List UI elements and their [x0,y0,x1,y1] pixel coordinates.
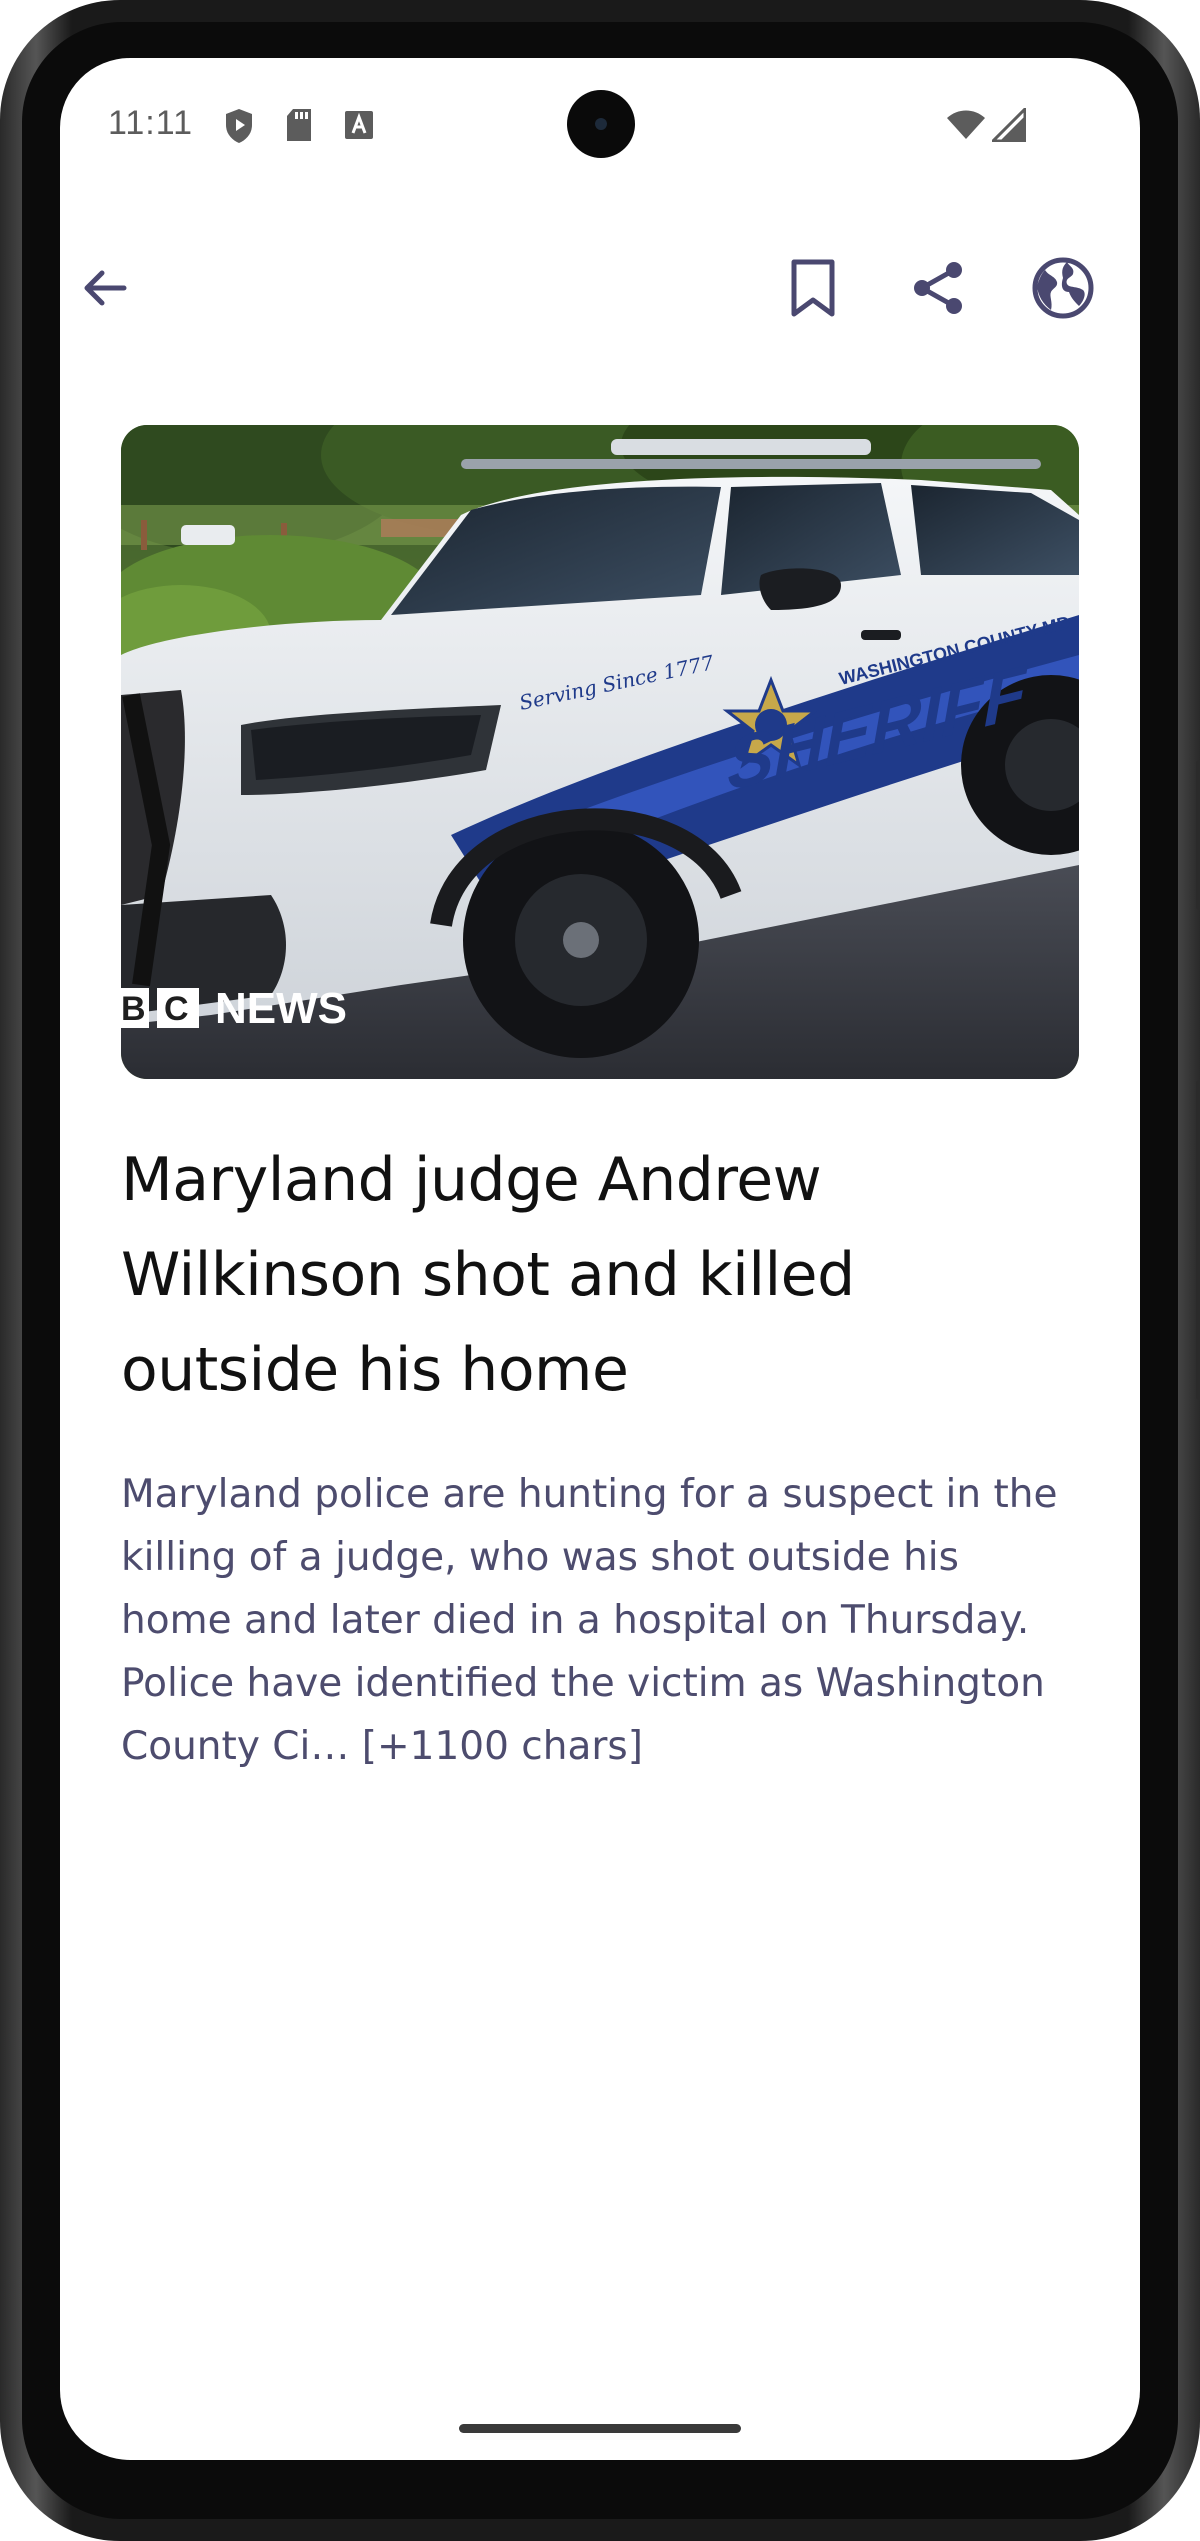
watermark-news: NEWS [215,984,347,1033]
font-a-icon [344,110,374,144]
sd-card-icon [285,108,313,146]
front-camera [567,90,635,158]
shield-icon [224,108,254,148]
screen: 11:11 Serving Since 1777 WASHINGTON COUN… [60,58,1140,2460]
article-image[interactable]: Serving Since 1777 WASHINGTON COUNTY MD … [121,425,1079,1079]
power-button [1196,760,1200,910]
volume-button [1196,1080,1200,1400]
arrow-back-icon[interactable] [60,238,150,338]
status-bar: 11:11 [60,58,1140,198]
article-headline: Maryland judge Andrew Wilkinson shot and… [121,1145,855,1405]
phone-frame: 11:11 Serving Since 1777 WASHINGTON COUN… [0,0,1200,2541]
top-app-bar [60,238,1140,358]
home-indicator[interactable] [459,2424,741,2433]
bookmark-icon[interactable] [768,238,858,338]
cellular-signal-icon [989,105,1027,146]
wifi-icon [946,110,986,144]
globe-icon[interactable] [1018,238,1108,338]
watermark-letter-b: B [121,990,146,1028]
status-time: 11:11 [108,104,194,142]
article-body: Maryland police are hunting for a suspec… [121,1472,1058,1769]
watermark-letter-c: C [164,990,189,1028]
share-icon[interactable] [893,238,983,338]
